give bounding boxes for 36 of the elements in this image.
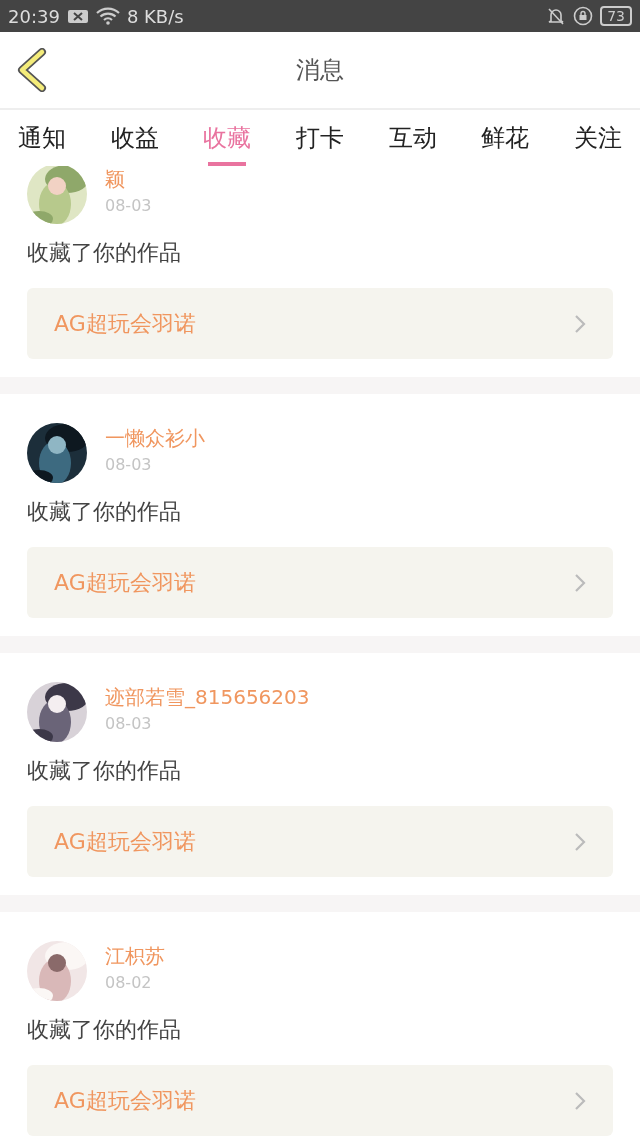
action-text: 收藏了你的作品 — [27, 239, 182, 267]
date-text: 08-03 — [105, 196, 152, 215]
tab[interactable]: 互动 — [384, 110, 441, 166]
tab[interactable]: 打卡 — [291, 110, 348, 166]
network-speed: 8 KB/s — [126, 5, 184, 27]
chevron-right-icon — [574, 572, 586, 593]
action-text: 收藏了你的作品 — [27, 1016, 182, 1044]
tab[interactable]: 收益 — [106, 110, 163, 166]
battery-indicator: 73 — [600, 6, 632, 26]
status-time: 20:39 — [8, 5, 60, 27]
user-name[interactable]: 一懒众衫小 — [105, 425, 205, 452]
date-text: 08-02 — [105, 973, 153, 992]
user-name[interactable]: 颖 — [105, 166, 152, 193]
date-text: 08-03 — [105, 455, 153, 474]
page-title: 消息 — [296, 55, 344, 86]
work-link[interactable]: AG超玩会羽诺 — [27, 547, 613, 618]
date-text: 08-03 — [105, 714, 153, 733]
action-text: 收藏了你的作品 — [27, 498, 182, 526]
tab[interactable]: 通知 — [14, 110, 70, 166]
work-link[interactable]: AG超玩会羽诺 — [27, 1065, 613, 1136]
user-name[interactable]: 江枳苏 — [105, 943, 165, 970]
tab[interactable]: 鲜花 — [477, 110, 534, 166]
wifi-icon — [95, 7, 120, 25]
work-link[interactable]: AG超玩会羽诺 — [27, 288, 613, 359]
back-icon[interactable] — [16, 48, 48, 92]
tab[interactable]: 收藏 — [199, 110, 256, 166]
tab[interactable]: 关注 — [569, 110, 626, 166]
notification-icon — [66, 8, 89, 24]
work-link[interactable]: AG超玩会羽诺 — [27, 806, 613, 877]
chevron-right-icon — [574, 1090, 586, 1111]
rotation-lock-icon — [573, 6, 594, 26]
chevron-right-icon — [574, 313, 586, 334]
user-name[interactable]: 迹部若雪_815656203 — [105, 684, 310, 711]
chevron-right-icon — [574, 831, 586, 852]
bell-off-icon — [546, 6, 567, 26]
action-text: 收藏了你的作品 — [27, 757, 182, 785]
